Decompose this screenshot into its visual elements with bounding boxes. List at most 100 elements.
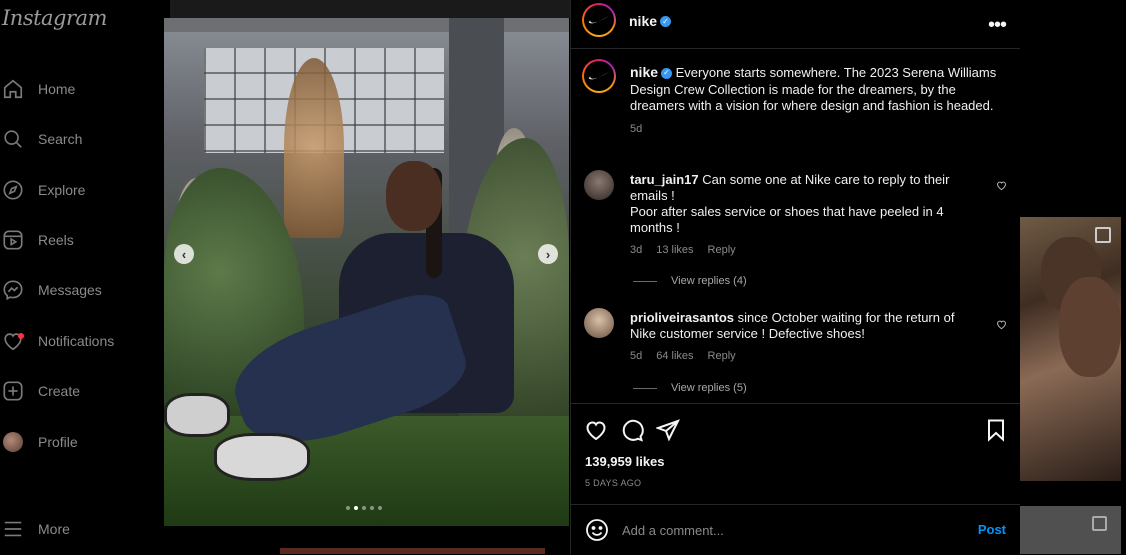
post-timestamp: 5 DAYS AGO	[585, 478, 642, 488]
post-caption: nike ✓ Everyone starts somewhere. The 202…	[630, 64, 1000, 137]
emoji-icon	[586, 519, 608, 541]
caption-timestamp: 5d	[630, 122, 643, 135]
photo-scenery	[284, 58, 344, 238]
nike-avatar[interactable]	[582, 3, 616, 37]
multi-post-icon	[1092, 516, 1107, 531]
sidebar-item-home[interactable]: Home	[0, 74, 150, 104]
verified-badge-icon: ✓	[661, 68, 673, 80]
view-replies-label: View replies (5)	[671, 382, 747, 394]
reply-button[interactable]: Reply	[708, 350, 736, 362]
comment-meta: 3d 13 likes Reply	[630, 244, 736, 256]
save-button[interactable]	[984, 418, 1008, 442]
compass-icon	[1, 178, 25, 202]
nike-avatar[interactable]	[582, 59, 616, 93]
comment-button[interactable]	[620, 418, 644, 442]
comment-likes[interactable]: 13 likes	[656, 244, 693, 256]
post-detail-panel: nike ✓ ••• nike ✓ Everyone starts somewhe…	[570, 0, 1020, 554]
carousel-dot	[362, 506, 366, 510]
instagram-logo[interactable]: Instagram	[2, 6, 107, 30]
replies-divider	[633, 387, 657, 389]
like-button[interactable]	[584, 418, 608, 442]
search-icon	[1, 127, 25, 151]
view-replies-button[interactable]: View replies (4)	[633, 275, 747, 287]
sidebar-item-label: Reels	[38, 232, 74, 248]
caption-username[interactable]: nike	[630, 64, 658, 80]
photo-subject	[164, 393, 230, 437]
carousel-dot	[378, 506, 382, 510]
comment-likes[interactable]: 64 likes	[656, 350, 693, 362]
sidebar-item-explore[interactable]: Explore	[0, 175, 150, 205]
post-image[interactable]	[164, 18, 569, 526]
nike-swoosh-icon	[588, 16, 609, 24]
comment-avatar[interactable]	[584, 308, 614, 338]
heart-icon	[1, 329, 25, 353]
photo-subject	[214, 433, 310, 481]
sidebar-item-label: Profile	[38, 434, 78, 450]
thumbnail-figure	[1059, 277, 1121, 377]
photo-scenery	[164, 18, 569, 32]
bookmark-icon	[988, 419, 1004, 442]
multi-post-icon	[1095, 227, 1111, 243]
like-comment-icon[interactable]	[996, 317, 1007, 330]
emoji-button[interactable]	[585, 518, 609, 542]
view-replies-label: View replies (4)	[671, 275, 747, 287]
comment-username[interactable]: taru_jain17	[630, 172, 699, 187]
sidebar-nav: Instagram Home Search Explore Reels Mess…	[0, 0, 155, 554]
sidebar-item-reels[interactable]: Reels	[0, 225, 150, 255]
sidebar-item-label: Home	[38, 81, 76, 97]
comment-input[interactable]	[620, 517, 964, 543]
share-button[interactable]	[655, 418, 680, 442]
post-comment-button[interactable]: Post	[978, 522, 1006, 537]
chevron-right-icon: ›	[545, 246, 551, 262]
comment-bubble-icon	[622, 419, 644, 442]
hamburger-menu-icon	[1, 517, 25, 541]
comment: taru_jain17 Can some one at Nike care to…	[630, 172, 970, 236]
feed-thumbnail[interactable]	[1019, 506, 1121, 554]
reels-icon	[1, 228, 25, 252]
sidebar-item-label: Explore	[38, 182, 86, 198]
post-header: nike ✓ •••	[571, 0, 1020, 49]
sidebar-item-profile[interactable]: Profile	[0, 427, 150, 457]
sidebar-item-search[interactable]: Search	[0, 124, 150, 154]
comment-timestamp: 5d	[630, 350, 643, 362]
messenger-icon	[1, 278, 25, 302]
carousel-prev-button[interactable]: ‹	[174, 244, 194, 264]
plus-square-icon	[1, 379, 25, 403]
carousel-dot	[346, 506, 350, 510]
sidebar-item-label: Notifications	[38, 333, 115, 349]
sidebar-item-label: Create	[38, 383, 81, 399]
more-options-icon[interactable]: •••	[988, 14, 1007, 37]
comment-avatar[interactable]	[584, 170, 614, 200]
caption-text: Everyone starts somewhere. The 2023 Sere…	[630, 65, 997, 113]
feed-background-strip	[280, 548, 545, 554]
carousel-next-button[interactable]: ›	[538, 244, 558, 264]
view-replies-button[interactable]: View replies (5)	[633, 382, 747, 394]
verified-badge-icon: ✓	[660, 15, 672, 27]
sidebar-item-notifications[interactable]: Notifications	[0, 326, 150, 356]
comment: prioliveirasantos since October waiting …	[630, 310, 970, 342]
likes-count[interactable]: 139,959 likes	[585, 454, 665, 469]
sidebar-item-create[interactable]: Create	[0, 376, 150, 406]
paper-plane-icon	[655, 419, 680, 442]
comment-timestamp: 3d	[630, 244, 643, 256]
reply-button[interactable]: Reply	[708, 244, 736, 256]
heart-icon	[586, 421, 606, 441]
notification-badge	[18, 333, 24, 339]
post-author-username[interactable]: nike	[629, 13, 657, 29]
sidebar-item-label: Search	[38, 131, 83, 147]
sidebar-item-messages[interactable]: Messages	[0, 275, 150, 305]
photo-subject	[386, 161, 442, 231]
feed-thumbnail[interactable]	[1019, 217, 1121, 481]
home-icon	[1, 77, 25, 101]
sidebar-item-label: Messages	[38, 282, 102, 298]
comment-username[interactable]: prioliveirasantos	[630, 310, 734, 325]
like-comment-icon[interactable]	[996, 178, 1007, 191]
carousel-indicator	[346, 506, 382, 510]
comment-text: Poor after sales service or shoes that h…	[630, 204, 944, 235]
nike-swoosh-icon	[588, 72, 609, 80]
post-actions: 139,959 likes 5 DAYS AGO	[571, 403, 1020, 504]
avatar	[1, 430, 25, 454]
comment-meta: 5d 64 likes Reply	[630, 350, 736, 362]
sidebar-item-more[interactable]: More	[0, 514, 150, 544]
chevron-left-icon: ‹	[181, 246, 187, 262]
